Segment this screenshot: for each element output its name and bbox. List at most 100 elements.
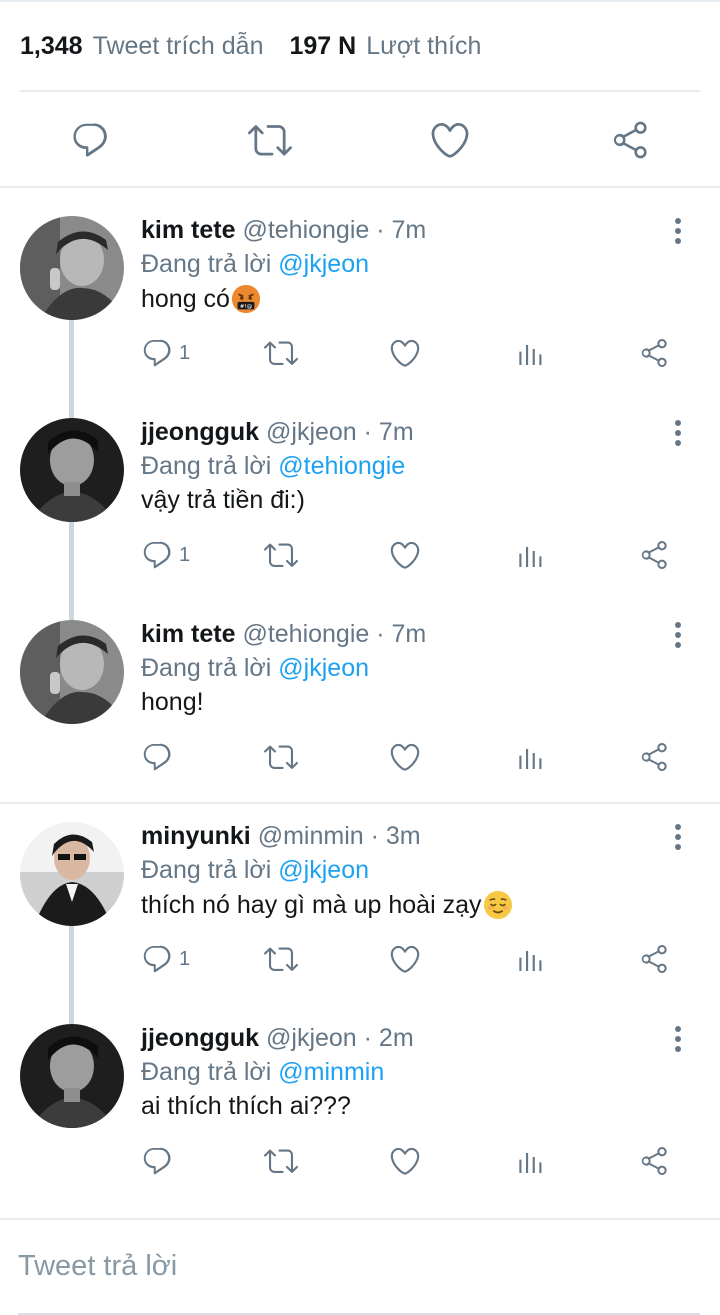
- retweet-button[interactable]: [264, 740, 298, 774]
- avatar[interactable]: [20, 822, 124, 926]
- share-button[interactable]: [638, 538, 670, 572]
- like-button[interactable]: [388, 1144, 422, 1178]
- share-button[interactable]: [638, 1144, 670, 1178]
- tweet-text-content: hong có: [141, 284, 230, 313]
- analytics-icon: [514, 741, 546, 773]
- retweet-button[interactable]: [264, 538, 298, 572]
- replying-label: Đang trả lời: [141, 856, 272, 884]
- tweet-text: vậy trả tiền đi:): [141, 486, 305, 515]
- like-button[interactable]: [428, 118, 472, 162]
- quote-count[interactable]: 1,348: [20, 32, 83, 61]
- retweet-button[interactable]: [264, 1144, 298, 1178]
- reply-header: jjeongguk @jkjeon · 2m: [141, 1024, 414, 1053]
- reply-header: minyunki @minmin · 3m: [141, 822, 421, 851]
- replying-to: Đang trả lời @jkjeon: [141, 654, 369, 683]
- avatar[interactable]: [20, 216, 124, 320]
- reply-icon: [141, 337, 173, 369]
- tweet-text-content: hong!: [141, 688, 204, 716]
- more-options-button[interactable]: [664, 620, 692, 650]
- reply-tweet[interactable]: kim tete @tehiongie · 7m Đang trả lời @j…: [0, 186, 720, 388]
- mention-link[interactable]: @jkjeon: [278, 654, 369, 682]
- tweet-text: hong có #!@: [141, 284, 261, 314]
- analytics-button[interactable]: [514, 336, 546, 370]
- tweet-action-bar: [0, 92, 720, 188]
- retweet-icon: [264, 538, 298, 572]
- share-button[interactable]: [608, 118, 652, 162]
- share-icon: [638, 741, 670, 773]
- mention-link[interactable]: @jkjeon: [278, 250, 369, 278]
- display-name[interactable]: kim tete: [141, 620, 235, 648]
- reply-tweet[interactable]: kim tete @tehiongie · 7m Đang trả lời @j…: [0, 590, 720, 792]
- replying-label: Đang trả lời: [141, 1058, 272, 1086]
- thread-line: [69, 388, 74, 418]
- reply-count: 1: [179, 341, 191, 364]
- thread-line: [69, 522, 74, 590]
- analytics-icon: [514, 337, 546, 369]
- handle-time: @tehiongie · 7m: [242, 216, 427, 244]
- retweet-button[interactable]: [264, 942, 298, 976]
- reply-icon: [70, 120, 110, 160]
- reply-button[interactable]: 1: [141, 336, 190, 370]
- display-name[interactable]: kim tete: [141, 216, 235, 244]
- replying-to: Đang trả lời @minmin: [141, 1058, 384, 1087]
- more-options-button[interactable]: [664, 216, 692, 246]
- like-button[interactable]: [388, 740, 422, 774]
- reply-button[interactable]: 1: [141, 942, 190, 976]
- more-options-button[interactable]: [664, 1024, 692, 1054]
- replying-label: Đang trả lời: [141, 452, 272, 480]
- replying-label: Đang trả lời: [141, 250, 272, 278]
- share-button[interactable]: [638, 942, 670, 976]
- display-name[interactable]: jjeongguk: [141, 418, 259, 446]
- reply-tweet[interactable]: jjeongguk @jkjeon · 2m Đang trả lời @min…: [0, 994, 720, 1196]
- avatar[interactable]: [20, 620, 124, 724]
- tweet-text-content: vậy trả tiền đi:): [141, 486, 305, 514]
- reply-header: jjeongguk @jkjeon · 7m: [141, 418, 414, 447]
- reply-tweet[interactable]: minyunki @minmin · 3m Đang trả lời @jkje…: [0, 792, 720, 994]
- reply-input[interactable]: Tweet trả lời: [18, 1250, 177, 1283]
- display-name[interactable]: jjeongguk: [141, 1024, 259, 1052]
- retweet-button[interactable]: [264, 336, 298, 370]
- like-icon: [388, 740, 422, 774]
- avatar[interactable]: [20, 1024, 124, 1128]
- replying-label: Đang trả lời: [141, 654, 272, 682]
- retweet-icon: [264, 336, 298, 370]
- share-button[interactable]: [638, 336, 670, 370]
- retweet-icon: [264, 942, 298, 976]
- mention-link[interactable]: @minmin: [278, 1058, 384, 1086]
- analytics-button[interactable]: [514, 740, 546, 774]
- like-button[interactable]: [388, 942, 422, 976]
- like-icon: [428, 118, 472, 162]
- retweet-button[interactable]: [248, 118, 292, 162]
- reply-composer[interactable]: Tweet trả lời: [0, 1218, 720, 1315]
- like-button[interactable]: [388, 336, 422, 370]
- more-options-button[interactable]: [664, 822, 692, 852]
- reply-button[interactable]: [68, 118, 112, 162]
- analytics-button[interactable]: [514, 1144, 546, 1178]
- tweet-text: hong!: [141, 688, 204, 717]
- mention-link[interactable]: @jkjeon: [278, 856, 369, 884]
- reply-button[interactable]: [141, 740, 179, 774]
- quote-label[interactable]: Tweet trích dẫn: [93, 32, 264, 61]
- share-icon: [638, 1145, 670, 1177]
- share-button[interactable]: [638, 740, 670, 774]
- tweet-text-content: ai thích thích ai???: [141, 1092, 351, 1120]
- replying-to: Đang trả lời @jkjeon: [141, 250, 369, 279]
- more-vertical-icon: [675, 418, 681, 448]
- like-label[interactable]: Lượt thích: [366, 32, 481, 61]
- mention-link[interactable]: @tehiongie: [278, 452, 405, 480]
- display-name[interactable]: minyunki: [141, 822, 251, 850]
- analytics-button[interactable]: [514, 942, 546, 976]
- share-icon: [609, 119, 651, 161]
- retweet-icon: [264, 740, 298, 774]
- avatar[interactable]: [20, 418, 124, 522]
- reply-button[interactable]: [141, 1144, 179, 1178]
- reply-icon: [141, 741, 173, 773]
- like-button[interactable]: [388, 538, 422, 572]
- share-icon: [638, 943, 670, 975]
- analytics-button[interactable]: [514, 538, 546, 572]
- reply-button[interactable]: 1: [141, 538, 190, 572]
- engagement-stats: 1,348 Tweet trích dẫn 197 N Lượt thích: [0, 0, 720, 92]
- more-options-button[interactable]: [664, 418, 692, 448]
- like-count[interactable]: 197 N: [290, 32, 357, 61]
- reply-tweet[interactable]: jjeongguk @jkjeon · 7m Đang trả lời @teh…: [0, 388, 720, 590]
